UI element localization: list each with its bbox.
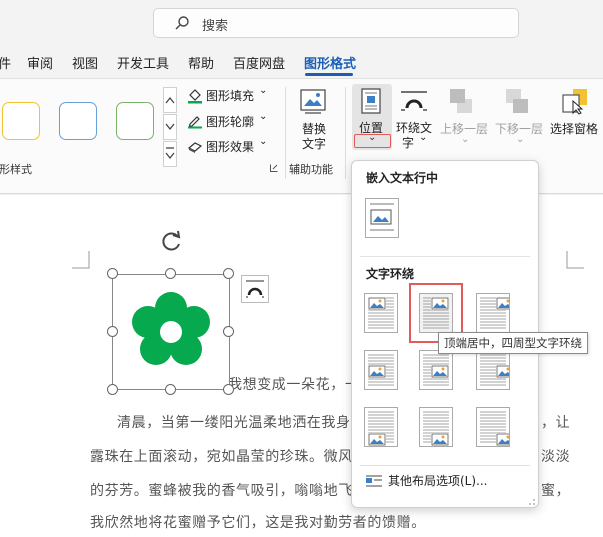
resize-handle-e[interactable]: [223, 326, 234, 337]
position-bottom-right-option[interactable]: [476, 407, 514, 447]
layout-options-list-icon: [366, 475, 382, 487]
doc-line-3-end: 淡淡: [541, 449, 571, 465]
resize-handle-s[interactable]: [165, 384, 176, 395]
pen-icon: [188, 116, 202, 129]
doc-line-1: 我想变成一朵花，: [228, 377, 345, 393]
wrap-position-icon: [480, 354, 514, 386]
wrap-position-icon: [368, 297, 394, 329]
accessibility-group-label: 辅助功能: [289, 163, 333, 176]
menu-separator: [360, 465, 530, 466]
position-top-left-option[interactable]: [364, 293, 398, 333]
tab-baidu-netdisk[interactable]: 百度网盘: [233, 53, 285, 72]
wrap-text-button-line2[interactable]: 字: [402, 134, 414, 151]
doc-line-2: 清晨，当第一缕阳光温柔地洒在我身上: [117, 415, 366, 431]
flower-shape[interactable]: [130, 292, 212, 372]
resize-handle-ne[interactable]: [223, 268, 234, 279]
position-middle-center-option[interactable]: [419, 350, 453, 390]
resize-handle-n[interactable]: [165, 268, 176, 279]
tab-shape-format[interactable]: 图形格式: [304, 53, 356, 72]
doc-line-3: 露珠在上面滚动，宛如晶莹的珍珠。微风: [90, 449, 353, 465]
paint-bucket-icon: [188, 89, 202, 104]
rotate-handle-icon[interactable]: [160, 229, 184, 253]
tab-help[interactable]: 帮助: [188, 53, 214, 72]
position-icon: [361, 88, 381, 114]
alt-text-icon: [300, 89, 326, 114]
menu-separator: [360, 256, 530, 257]
shape-fill-chevron-icon[interactable]: ⌄: [259, 85, 267, 96]
alt-text-button-line2[interactable]: 文字: [302, 135, 326, 152]
position-middle-left-option[interactable]: [364, 350, 398, 390]
active-tab-indicator: [305, 73, 353, 76]
selection-pane-button[interactable]: 选择窗格: [550, 120, 598, 137]
tab-view[interactable]: 视图: [72, 53, 98, 72]
position-top-right-option[interactable]: [476, 293, 514, 333]
search-placeholder: 搜索: [202, 19, 229, 34]
position-bottom-left-option[interactable]: [364, 407, 398, 447]
position-bottom-center-option[interactable]: [419, 407, 453, 447]
shape-styles-group-label: 形样式: [0, 163, 32, 176]
tooltip: 顶端居中，四周型文字环绕: [438, 332, 588, 354]
resize-handle-w[interactable]: [107, 326, 118, 337]
inline-with-text-heading: 嵌入文本行中: [366, 171, 439, 185]
margin-corner-mark: [566, 251, 584, 269]
tab-review[interactable]: 审阅: [27, 53, 53, 72]
more-layout-options[interactable]: 其他布局选项(L)...: [388, 472, 488, 489]
bring-forward-icon: [450, 89, 472, 113]
wrap-position-icon: [368, 354, 394, 386]
search-icon: [175, 16, 189, 30]
shape-outline-button[interactable]: 图形轮廓: [206, 113, 254, 130]
wrap-position-icon: [423, 354, 449, 386]
send-backward-chevron-icon[interactable]: ⌄: [516, 134, 524, 145]
shape-effects-chevron-icon[interactable]: ⌄: [259, 136, 267, 147]
wrap-position-icon: [480, 411, 514, 446]
doc-line-4-end: 蜜，: [541, 483, 571, 499]
wrap-position-icon: [423, 411, 449, 446]
tab-file[interactable]: 件: [0, 53, 11, 72]
shape-style-green[interactable]: [116, 102, 154, 140]
search-box[interactable]: 搜索: [153, 8, 519, 38]
position-inline-option[interactable]: [365, 198, 399, 238]
resize-handle-nw[interactable]: [107, 268, 118, 279]
resize-handle-sw[interactable]: [107, 384, 118, 395]
dialog-launcher-icon[interactable]: [270, 164, 278, 172]
shape-style-yellow[interactable]: [2, 102, 40, 140]
text-wrapping-heading: 文字环绕: [366, 267, 415, 281]
wrap-text-chevron-icon[interactable]: ⌄: [419, 132, 427, 143]
doc-line-5: 我欣然地将花蜜赠予它们，这是我对勤劳者的馈赠。: [90, 515, 426, 531]
shape-effects-icon: [187, 142, 203, 153]
shape-fill-button[interactable]: 图形填充: [206, 87, 254, 104]
title-bar: 搜索: [0, 0, 603, 46]
resize-grip-icon[interactable]: [528, 498, 536, 506]
gallery-scroll-arrows[interactable]: [163, 87, 177, 167]
doc-line-4: 的芬芳。蜜蜂被我的香气吸引，嗡嗡地飞: [90, 483, 353, 499]
group-separator: [285, 87, 286, 179]
wrap-position-icon: [423, 297, 449, 329]
position-middle-right-option[interactable]: [476, 350, 514, 390]
layout-options-icon[interactable]: [241, 275, 269, 303]
wrap-position-icon: [480, 297, 514, 329]
send-backward-icon: [506, 89, 528, 113]
wrap-text-icon: [401, 91, 427, 111]
shape-effects-button[interactable]: 图形效果: [206, 138, 254, 155]
tab-developer[interactable]: 开发工具: [117, 53, 169, 72]
doc-line-2-end: ，让: [541, 415, 571, 431]
wrap-position-icon: [368, 411, 394, 446]
resize-handle-se[interactable]: [223, 384, 234, 395]
selection-pane-icon: [562, 89, 587, 115]
position-inline-icon: [370, 203, 394, 231]
bring-forward-chevron-icon[interactable]: ⌄: [461, 134, 469, 145]
ribbon-tabs: 件 审阅 视图 开发工具 帮助 百度网盘 图形格式: [0, 50, 603, 74]
shape-outline-chevron-icon[interactable]: ⌄: [259, 111, 267, 122]
group-separator: [345, 87, 346, 179]
position-chevron-icon: ⌄: [368, 132, 377, 143]
shape-style-blue[interactable]: [59, 102, 97, 140]
margin-corner-mark: [72, 251, 90, 269]
position-top-center-option[interactable]: [409, 283, 463, 343]
position-dropdown-highlight[interactable]: ⌄: [354, 132, 391, 148]
